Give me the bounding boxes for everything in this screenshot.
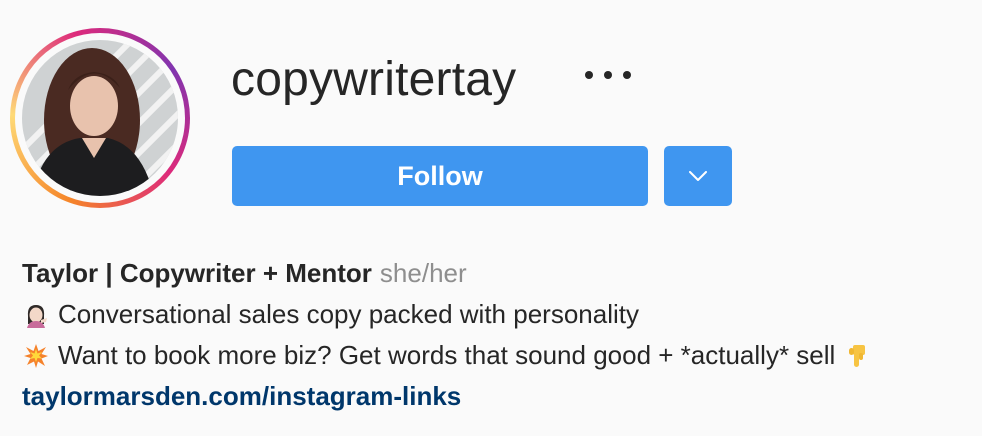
more-options-icon[interactable] [585, 63, 631, 87]
bio-text-2: Want to book more biz? Get words that so… [58, 340, 836, 370]
pronouns: she/her [379, 258, 467, 288]
chevron-down-icon [689, 171, 707, 181]
bio-line-1: Conversational sales copy packed with pe… [22, 294, 972, 335]
profile-avatar[interactable] [10, 28, 190, 208]
bio-name-line: Taylor | Copywriter + Mentor she/her [22, 253, 972, 294]
bio-line-2: Want to book more biz? Get words that so… [22, 335, 972, 376]
follow-button[interactable]: Follow [232, 146, 648, 206]
woman-tipping-hand-emoji [22, 301, 50, 329]
dot-2 [604, 71, 612, 79]
bio-link-line: taylormarsden.com/instagram-links [22, 376, 972, 417]
dot-1 [585, 71, 593, 79]
avatar-photo [22, 40, 178, 196]
profile-website-link[interactable]: taylormarsden.com/instagram-links [22, 376, 461, 417]
profile-bio: Taylor | Copywriter + Mentor she/her Con… [22, 253, 972, 417]
backhand-index-pointing-down-emoji [843, 342, 871, 370]
full-name: Taylor | Copywriter + Mentor [22, 258, 372, 288]
bio-text-1: Conversational sales copy packed with pe… [58, 299, 639, 329]
suggested-accounts-button[interactable] [664, 146, 732, 206]
collision-emoji [22, 342, 50, 370]
dot-3 [623, 71, 631, 79]
profile-username: copywritertay [231, 53, 517, 106]
